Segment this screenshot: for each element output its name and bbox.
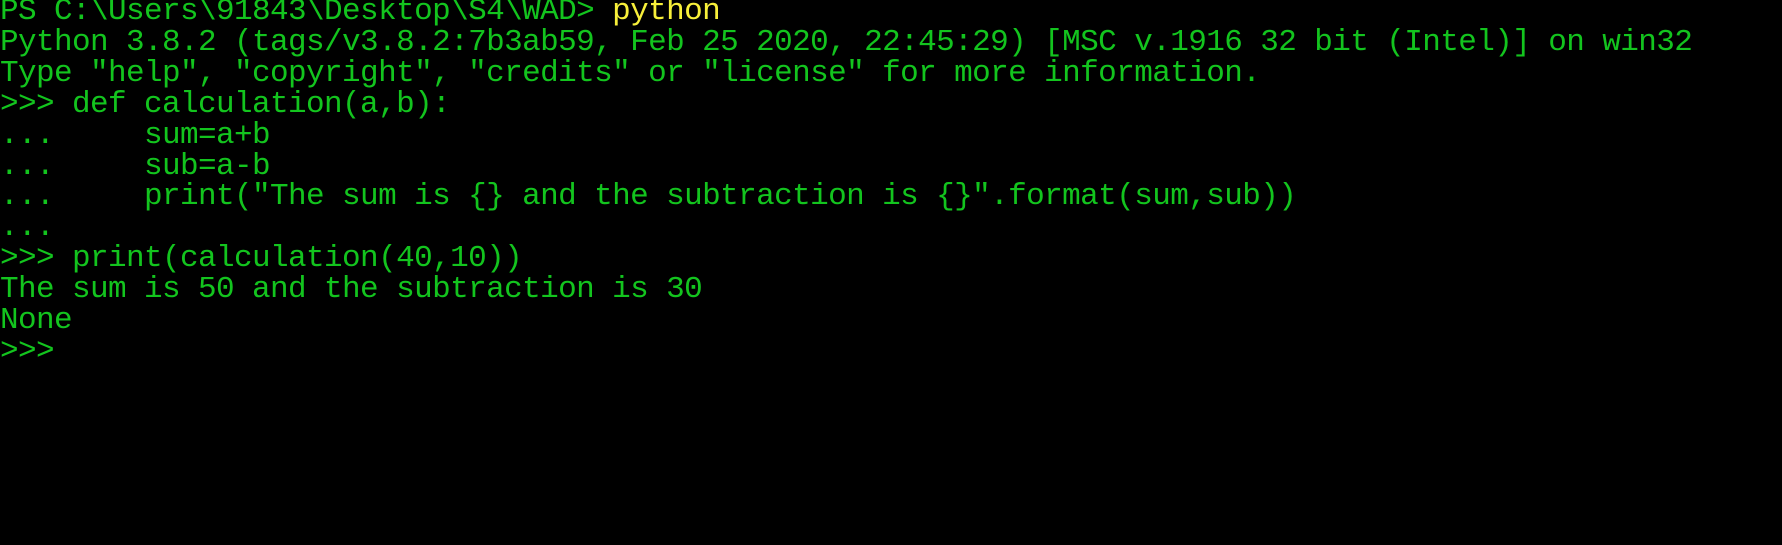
output-line: The sum is 50 and the subtraction is 30 bbox=[0, 272, 703, 307]
terminal-window[interactable]: PS C:\Users\91843\Desktop\S4\WAD> python… bbox=[0, 0, 1782, 545]
repl-continuation-line: ... print("The sum is {} and the subtrac… bbox=[0, 179, 1297, 214]
repl-prompt-line[interactable]: >>> bbox=[0, 336, 55, 372]
